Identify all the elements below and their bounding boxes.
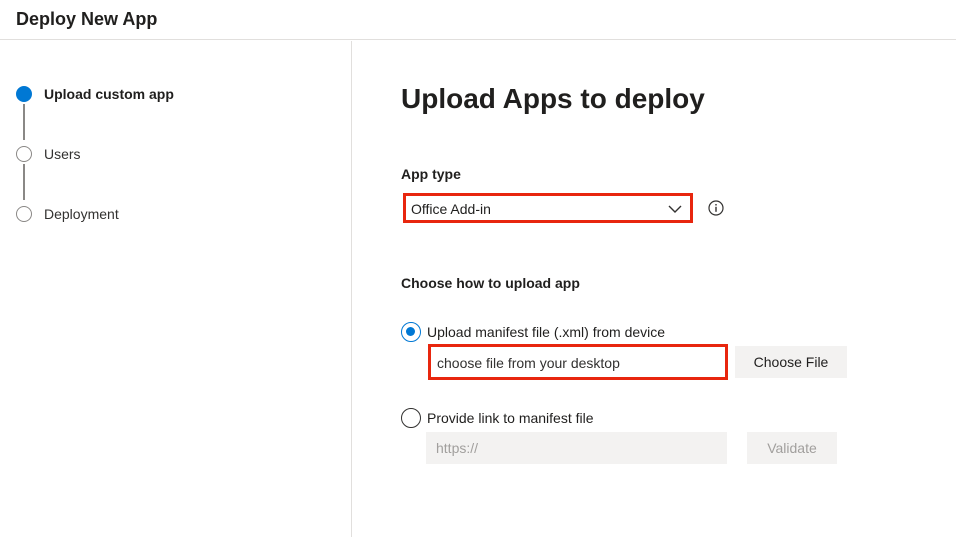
- radio-upload-file[interactable]: [401, 322, 421, 342]
- radio-provide-link[interactable]: [401, 408, 421, 428]
- radio-upload-file-label[interactable]: Upload manifest file (.xml) from device: [427, 324, 665, 340]
- step-sidebar: Upload custom app Users Deployment: [0, 41, 352, 537]
- app-type-selected-value: Office Add-in: [411, 201, 491, 217]
- step-connector: [23, 104, 25, 140]
- step-connector: [23, 164, 25, 200]
- step-active-dot-icon: [16, 86, 32, 102]
- choose-file-button[interactable]: Choose File: [735, 346, 847, 378]
- step-dot-icon: [16, 146, 32, 162]
- link-input-placeholder: https://: [436, 440, 479, 456]
- upload-method-label: Choose how to upload app: [401, 275, 580, 291]
- app-type-dropdown[interactable]: Office Add-in: [403, 193, 693, 223]
- app-type-label: App type: [401, 166, 461, 182]
- manifest-link-input[interactable]: https://: [426, 432, 727, 464]
- step-label: Users: [44, 146, 81, 162]
- step-dot-icon: [16, 206, 32, 222]
- chevron-down-icon: [668, 205, 682, 213]
- manifest-file-input[interactable]: choose file from your desktop: [428, 344, 728, 380]
- radio-provide-link-label[interactable]: Provide link to manifest file: [427, 410, 594, 426]
- main-panel: Upload Apps to deploy App type Office Ad…: [353, 41, 956, 537]
- info-icon[interactable]: [708, 200, 724, 216]
- step-label: Deployment: [44, 206, 119, 222]
- page-header-title: Deploy New App: [16, 9, 158, 29]
- validate-button[interactable]: Validate: [747, 432, 837, 464]
- page-title: Upload Apps to deploy: [401, 83, 705, 114]
- step-label: Upload custom app: [44, 86, 174, 102]
- file-input-value: choose file from your desktop: [437, 355, 620, 371]
- header-bar: Deploy New App: [0, 0, 956, 40]
